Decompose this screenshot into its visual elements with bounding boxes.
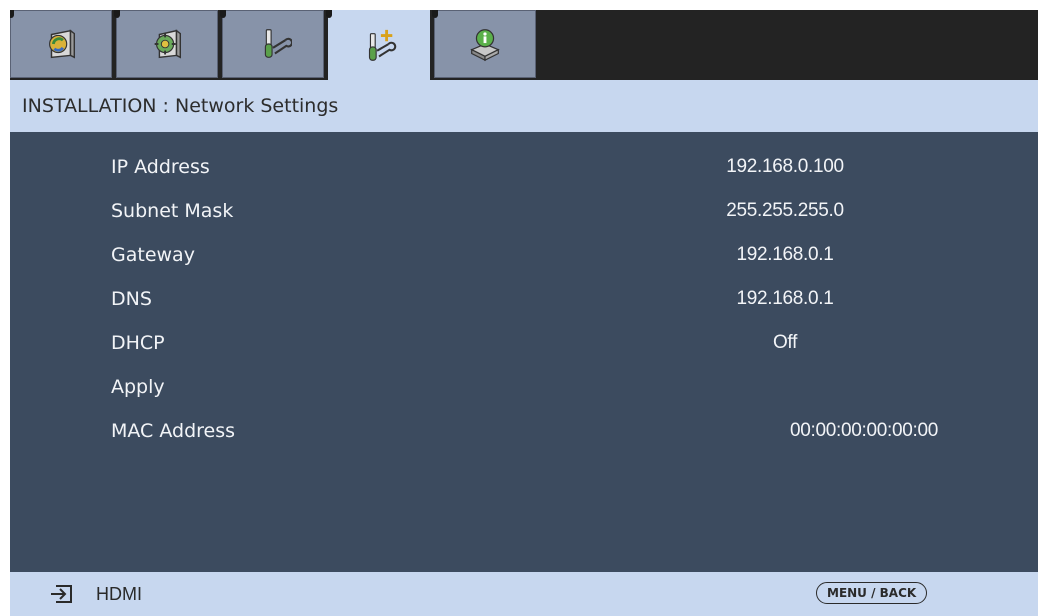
tab-picture[interactable] [10,10,112,78]
tab-bar [10,10,1038,82]
status-bar: HDMI MENU / BACK [10,572,1038,616]
setting-value: Off [772,332,798,353]
setting-value: 192.168.0.1 [736,288,834,309]
setting-row-ip-address[interactable]: IP Address 192.168.0.100 [10,146,1038,190]
installation-tools-icon [368,29,397,61]
menu-back-button[interactable]: MENU / BACK [816,582,928,604]
setting-row-dns[interactable]: DNS 192.168.0.1 [10,278,1038,322]
setting-row-apply[interactable]: Apply [10,366,1038,410]
setting-label: IP Address [111,156,210,178]
setting-label: Subnet Mask [111,200,234,222]
advanced-picture-icon [154,29,182,59]
setup-tools-icon [264,29,292,58]
setting-value: 255.255.255.0 [726,200,844,221]
tab-installation[interactable] [326,10,430,82]
osd-menu: INSTALLATION : Network Settings IP Addre… [10,10,1038,616]
tab-information[interactable] [432,10,536,78]
input-source-label: HDMI [96,584,142,604]
setting-label: MAC Address [111,420,236,442]
information-icon [470,29,500,62]
setting-label: Gateway [111,244,195,266]
setting-value: 192.168.0.100 [726,156,844,177]
picture-settings-icon [49,29,76,59]
setting-label: DNS [111,288,152,310]
tab-setup[interactable] [220,10,324,78]
setting-row-dhcp[interactable]: DHCP Off [10,322,1038,366]
page-title: INSTALLATION : Network Settings [10,80,1038,132]
settings-list: IP Address 192.168.0.100 Subnet Mask 255… [10,132,1038,572]
tab-advanced-picture[interactable] [114,10,218,78]
setting-label: DHCP [111,332,165,354]
setting-value: 00:00:00:00:00:00 [789,420,939,441]
setting-value: 192.168.0.1 [736,244,834,265]
setting-label: Apply [111,376,165,398]
setting-row-mac-address: MAC Address 00:00:00:00:00:00 [10,410,1038,454]
setting-row-gateway[interactable]: Gateway 192.168.0.1 [10,234,1038,278]
setting-row-subnet-mask[interactable]: Subnet Mask 255.255.255.0 [10,190,1038,234]
input-source-icon [51,585,72,603]
